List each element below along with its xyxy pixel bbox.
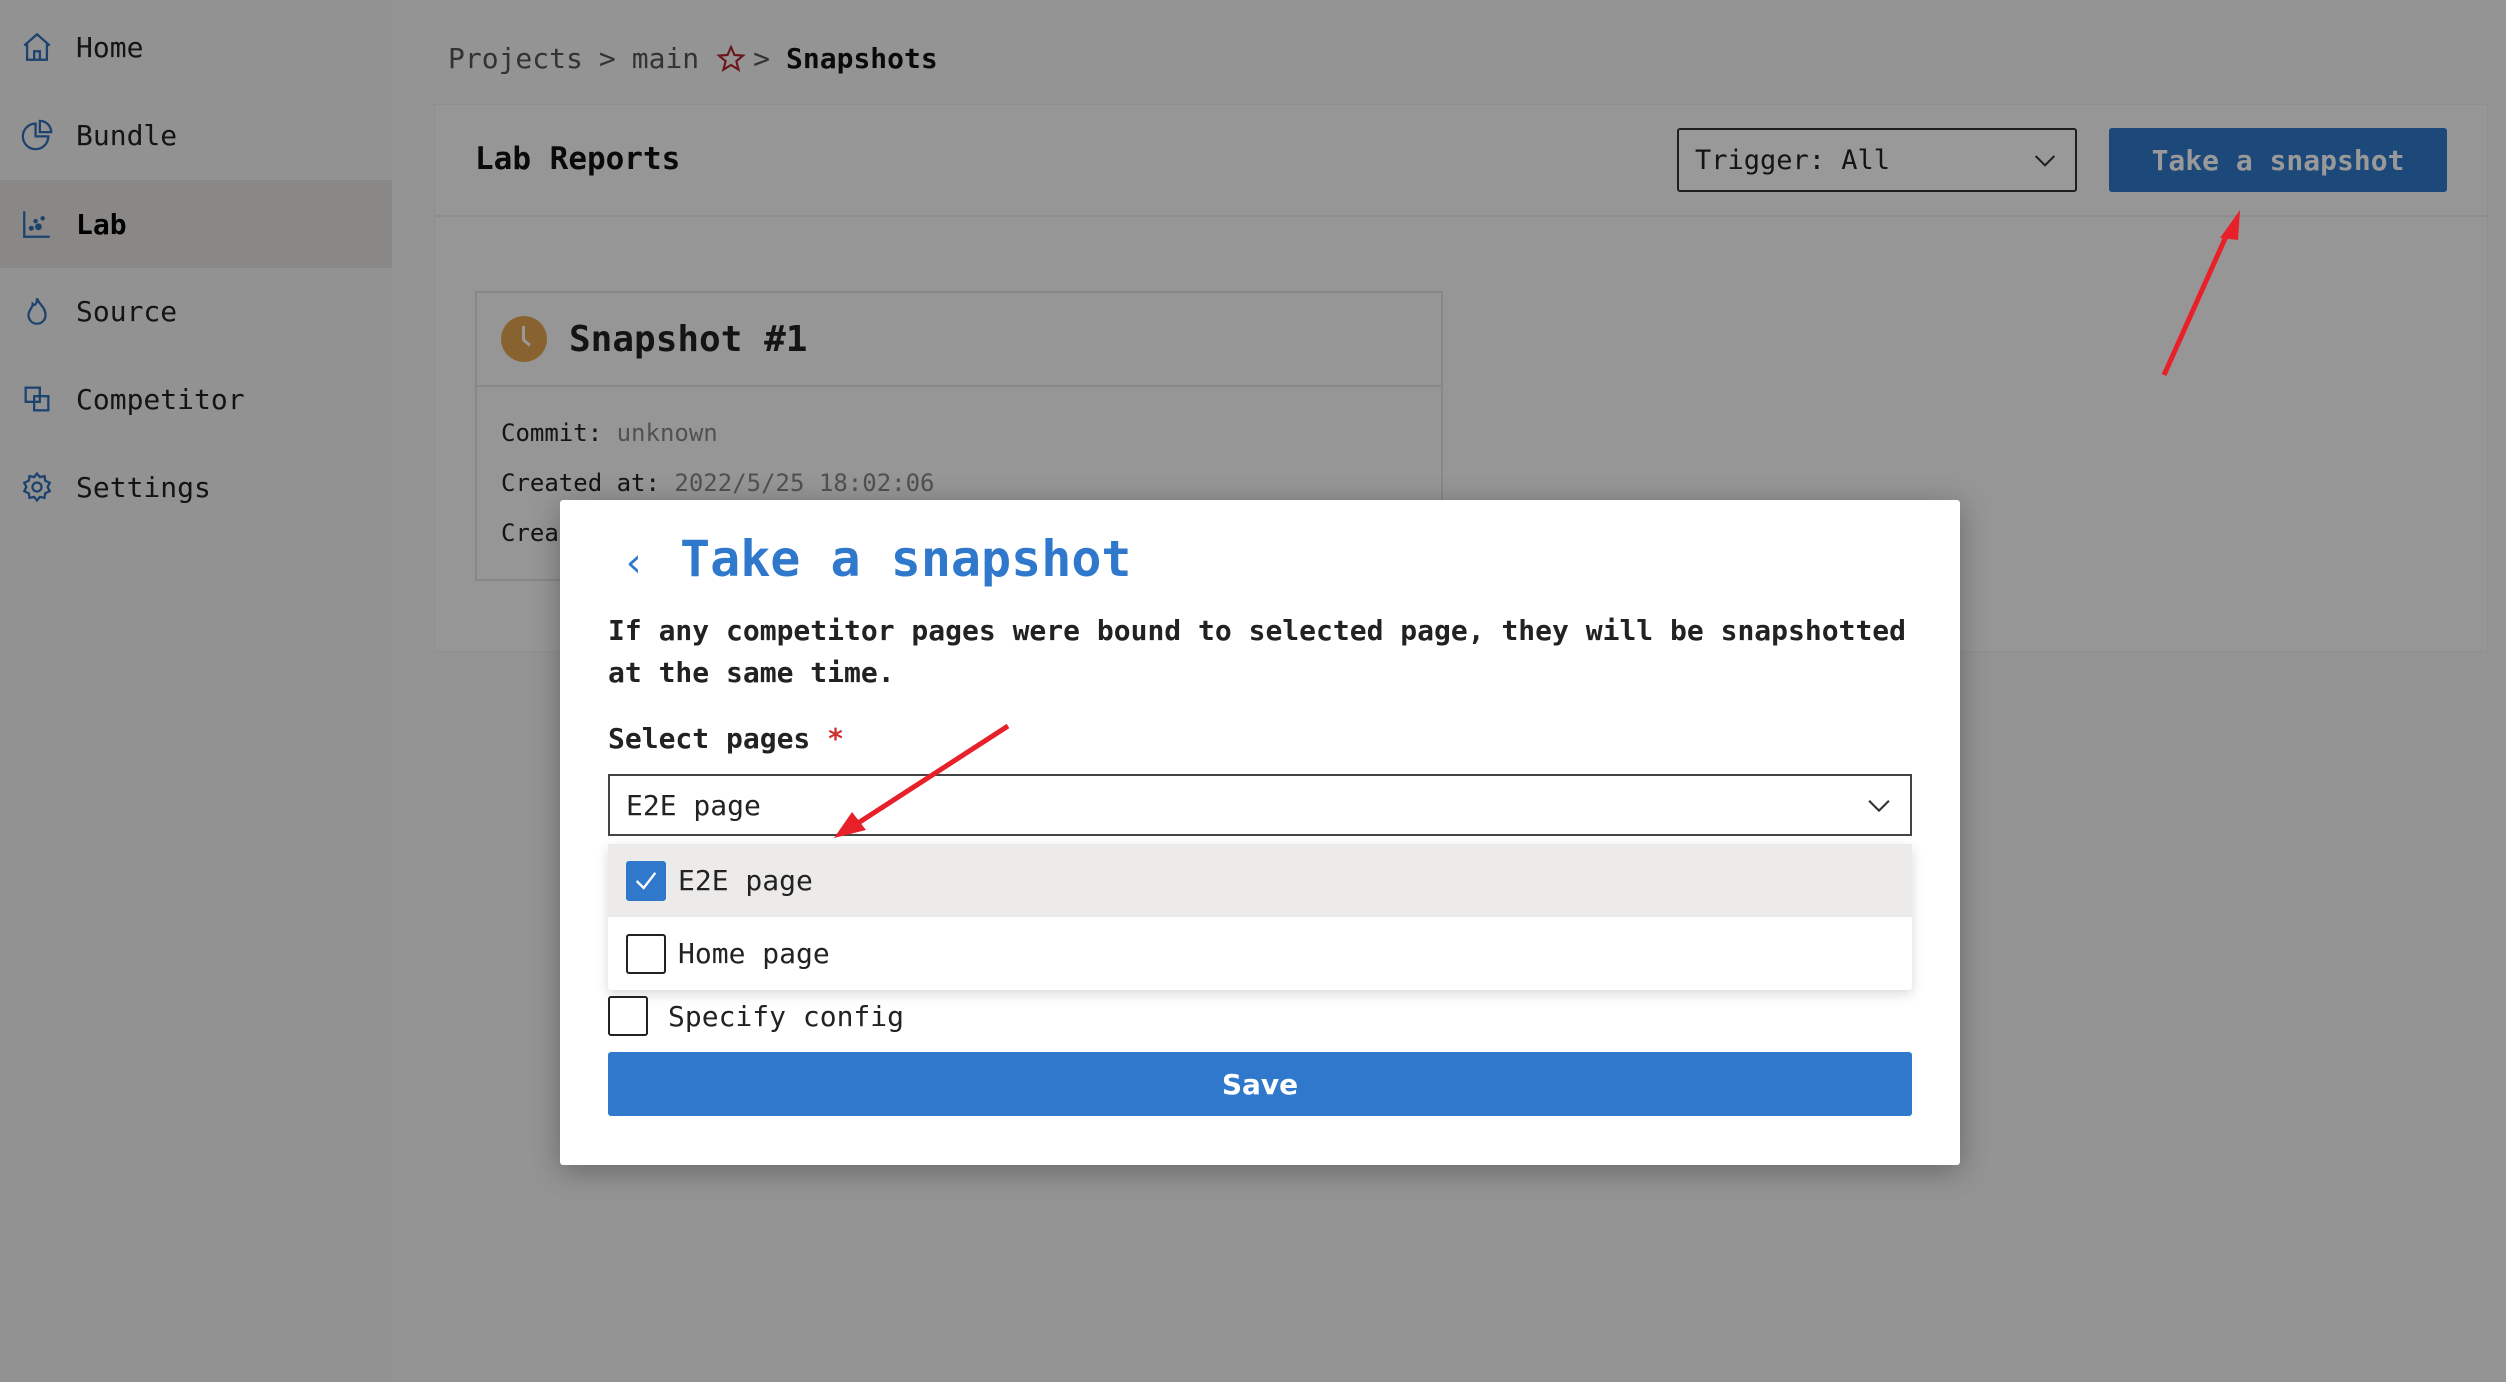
pages-dropdown: E2E page Home page [608, 844, 1912, 990]
select-pages-value: E2E page [626, 788, 761, 822]
select-pages-label-text: Select pages [608, 722, 811, 755]
chevron-down-icon [1868, 799, 1890, 813]
select-pages-label: Select pages * [608, 722, 844, 755]
select-pages-input[interactable]: E2E page [608, 774, 1912, 836]
checkmark-icon [635, 871, 657, 890]
checkbox-unchecked[interactable] [626, 933, 666, 974]
specify-config-label: Specify config [668, 999, 905, 1033]
save-button[interactable]: Save [608, 1052, 1912, 1116]
option-label: Home page [678, 937, 830, 970]
modal-description: If any competitor pages were bound to se… [608, 614, 1907, 689]
option-e2e-page[interactable]: E2E page [608, 844, 1912, 917]
chevron-left-icon[interactable]: ‹ [622, 540, 646, 586]
required-mark: * [827, 722, 845, 755]
option-home-page[interactable]: Home page [608, 917, 1912, 990]
option-label: E2E page [678, 864, 813, 897]
specify-config-checkbox[interactable] [608, 996, 648, 1036]
take-snapshot-modal: ‹ Take a snapshot If any competitor page… [560, 500, 1960, 1165]
checkbox-checked[interactable] [626, 860, 666, 901]
modal-title: Take a snapshot [680, 530, 1132, 588]
specify-config-row[interactable]: Specify config [608, 996, 904, 1036]
